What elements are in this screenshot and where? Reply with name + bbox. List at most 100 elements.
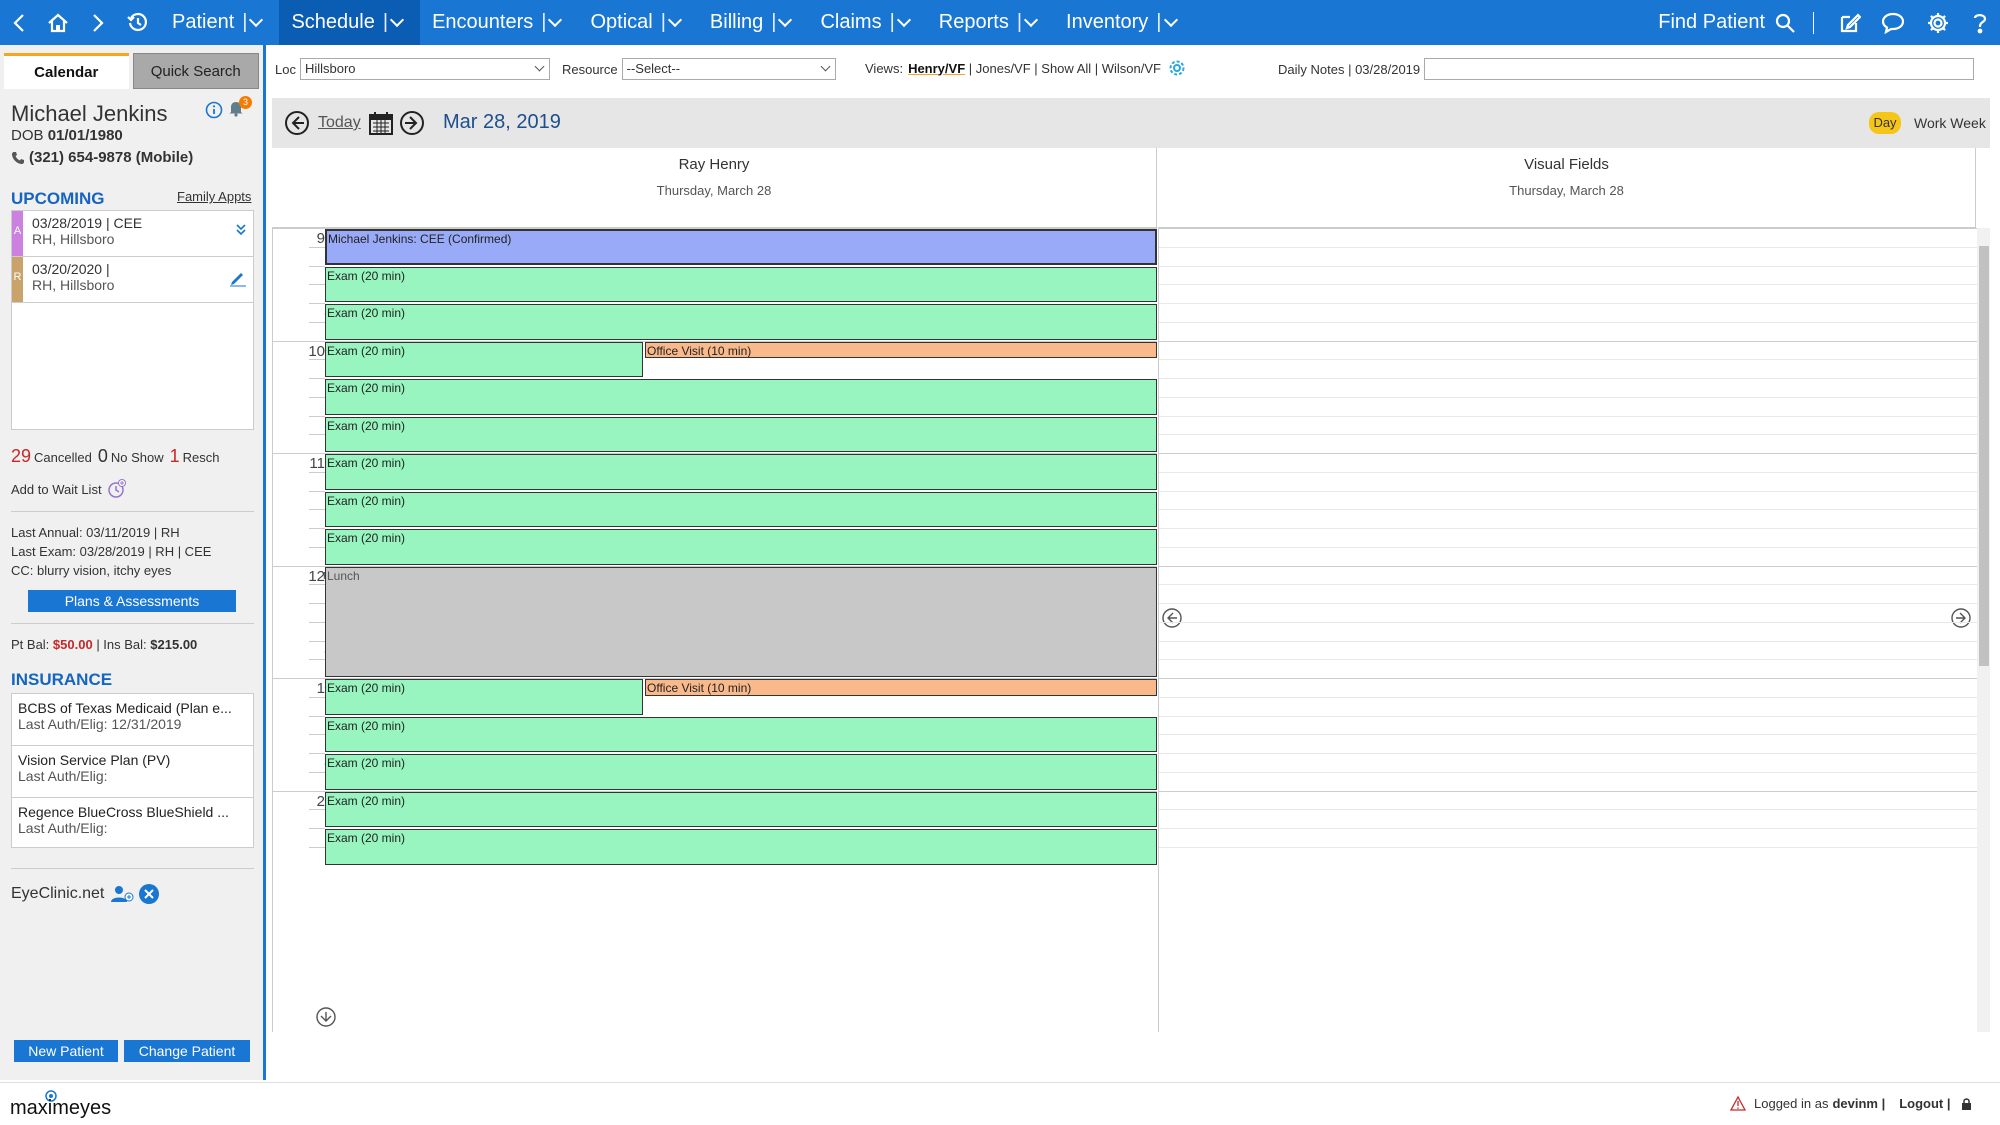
new-patient-button[interactable]: New Patient (14, 1040, 118, 1062)
chevron-down-icon[interactable] (390, 12, 405, 27)
nav-billing[interactable]: Billing | (698, 0, 809, 45)
today-link[interactable]: Today (318, 114, 361, 132)
nav-encounters[interactable]: Encounters | (420, 0, 578, 45)
resource-hour-line (1159, 340, 1977, 342)
appointment-block[interactable]: Michael Jenkins: CEE (Confirmed) (325, 229, 1157, 265)
appointment-block[interactable]: Exam (20 min) (325, 341, 643, 377)
double-chevron-down-icon[interactable] (235, 223, 247, 240)
daily-notes-input[interactable] (1424, 58, 1975, 80)
appointment-block[interactable]: Exam (20 min) (325, 754, 1157, 790)
slot-line (309, 846, 325, 848)
pencil-icon[interactable] (229, 269, 247, 290)
family-appts-link[interactable]: Family Appts (177, 189, 251, 204)
dob: DOB 01/01/1980 (11, 127, 123, 144)
chevron-down-icon[interactable] (1163, 12, 1178, 27)
resch-count[interactable]: 1 (170, 446, 180, 467)
day-view-button[interactable]: Day (1869, 112, 1901, 134)
appointment-block[interactable]: Exam (20 min) (325, 416, 1157, 452)
find-patient-label[interactable]: Find Patient (1658, 11, 1765, 34)
nav-claims[interactable]: Claims | (808, 0, 926, 45)
back-icon[interactable] (0, 0, 38, 45)
chevron-down-icon[interactable] (778, 12, 793, 27)
nav-inventory[interactable]: Inventory | (1054, 0, 1193, 45)
appointment-block[interactable]: Office Visit (10 min) (645, 341, 1157, 359)
appointment-block[interactable]: Exam (20 min) (325, 829, 1157, 865)
view-wilson-vf[interactable]: Wilson/VF (1102, 61, 1161, 76)
chief-complaint: CC: blurry vision, itchy eyes (11, 563, 172, 578)
appointment-block[interactable]: Exam (20 min) (325, 266, 1157, 302)
upcoming-title: UPCOMING (11, 189, 105, 208)
add-to-wait-list[interactable]: Add to Wait List (11, 479, 127, 499)
insurance-item[interactable]: Vision Service Plan (PV) Last Auth/Elig: (12, 746, 253, 798)
help-icon[interactable] (1960, 0, 2000, 45)
appointment-block[interactable]: Exam (20 min) (325, 304, 1157, 340)
view-henry-vf[interactable]: Henry/VF (908, 61, 965, 76)
work-week-button[interactable]: Work Week (1914, 115, 1986, 131)
chevron-down-icon[interactable] (667, 12, 682, 27)
nav-patient[interactable]: Patient | (160, 0, 279, 45)
upcoming-appt[interactable]: A 03/28/2019 | CEE RH, Hillsboro (12, 211, 253, 257)
appointment-block[interactable]: Lunch (325, 566, 1157, 677)
appointment-block[interactable]: Exam (20 min) (325, 791, 1157, 827)
appointment-block[interactable]: Office Visit (10 min) (645, 679, 1157, 696)
appointment-block[interactable]: Exam (20 min) (325, 491, 1157, 527)
upcoming-appt[interactable]: R 03/20/2020 | RH, Hillsboro (12, 257, 253, 303)
add-user-icon[interactable] (110, 884, 134, 904)
hour-label: 2 (316, 792, 325, 810)
next-day-icon[interactable] (399, 110, 425, 141)
logout-link[interactable]: Logout | (1899, 1096, 1950, 1111)
chevron-down-icon[interactable] (896, 12, 911, 27)
view-show-all[interactable]: Show All (1041, 61, 1091, 76)
view-settings-gear-icon[interactable] (1167, 58, 1187, 78)
tab-quick-search[interactable]: Quick Search (132, 53, 259, 89)
appointment-block[interactable]: Exam (20 min) (325, 679, 643, 715)
plans-assessments-button[interactable]: Plans & Assessments (28, 590, 236, 612)
cancelled-count[interactable]: 29 (11, 446, 31, 467)
resource-select[interactable]: --Select-- (621, 58, 836, 80)
insurance-name: Vision Service Plan (PV) (18, 752, 171, 768)
appointment-block[interactable]: Exam (20 min) (325, 716, 1157, 752)
scrollbar[interactable] (1977, 228, 1990, 1032)
patient-name[interactable]: Michael Jenkins (11, 101, 168, 127)
chat-icon[interactable] (1870, 0, 1916, 45)
loc-select[interactable]: Hillsboro (299, 58, 550, 80)
resource-slot-line (1159, 303, 1977, 304)
prev-day-icon[interactable] (284, 110, 310, 141)
calendar-icon[interactable] (368, 110, 394, 141)
info-icon[interactable] (205, 101, 223, 124)
ins-bal-value[interactable]: $215.00 (150, 637, 197, 652)
forward-icon[interactable] (78, 0, 118, 45)
scroll-down-icon[interactable] (315, 1006, 337, 1032)
history-icon[interactable] (118, 0, 158, 45)
search-icon[interactable] (1773, 0, 1797, 45)
pt-bal-value[interactable]: $50.00 (53, 637, 93, 652)
scroll-right-icon[interactable] (1950, 607, 1972, 634)
nav-divider (1813, 11, 1814, 34)
appointment-block[interactable]: Exam (20 min) (325, 529, 1157, 565)
noshow-count[interactable]: 0 (98, 446, 108, 467)
chevron-down-icon[interactable] (249, 12, 264, 27)
insurance-item[interactable]: BCBS of Texas Medicaid (Plan e... Last Au… (12, 694, 253, 746)
insurance-item[interactable]: Regence BlueCross BlueShield ... Last Aut… (12, 798, 253, 850)
gear-icon[interactable] (1916, 0, 1960, 45)
insurance-title: INSURANCE (11, 670, 113, 689)
nav-optical[interactable]: Optical | (578, 0, 697, 45)
schedule-grid: 9001020304050100010203040501100102030405… (272, 228, 1990, 1032)
change-patient-button[interactable]: Change Patient (124, 1040, 250, 1062)
tab-calendar[interactable]: Calendar (4, 53, 129, 89)
chevron-down-icon[interactable] (548, 12, 563, 27)
scroll-left-icon[interactable] (1161, 607, 1183, 634)
nav-schedule[interactable]: Schedule | (279, 0, 421, 45)
home-icon[interactable] (38, 0, 78, 45)
appointment-block[interactable]: Exam (20 min) (325, 454, 1157, 490)
slot-line (309, 246, 325, 248)
close-circle-icon[interactable] (138, 883, 160, 905)
scrollbar-thumb[interactable] (1979, 246, 1989, 666)
edit-note-icon[interactable] (1830, 0, 1870, 45)
warning-icon[interactable] (1730, 1096, 1746, 1111)
lock-icon[interactable] (1961, 1097, 1972, 1110)
view-jones-vf[interactable]: Jones/VF (976, 61, 1031, 76)
appointment-block[interactable]: Exam (20 min) (325, 379, 1157, 415)
nav-reports[interactable]: Reports | (927, 0, 1054, 45)
chevron-down-icon[interactable] (1023, 12, 1039, 27)
